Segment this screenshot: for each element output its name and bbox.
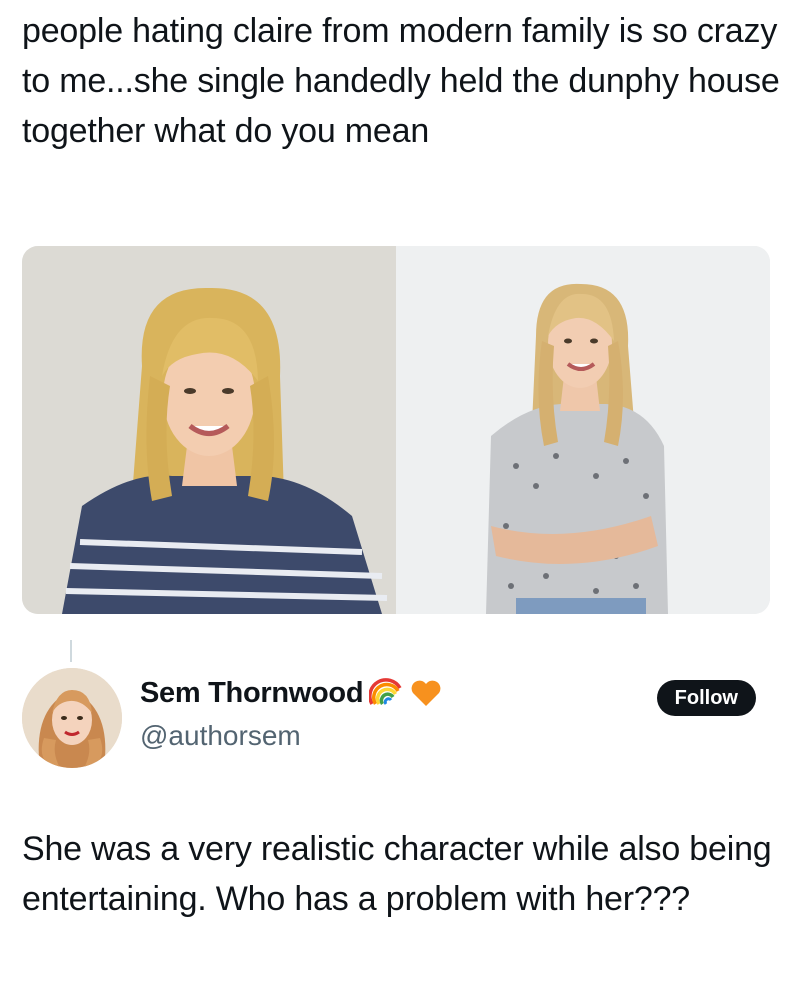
- post-media[interactable]: [22, 246, 770, 614]
- name-row: Sem Thornwood: [140, 676, 443, 710]
- reply-text: She was a very realistic character while…: [22, 830, 772, 918]
- photo-right[interactable]: [396, 246, 770, 614]
- photo-left[interactable]: [22, 246, 396, 614]
- display-name[interactable]: Sem Thornwood: [140, 677, 364, 710]
- orange-heart-icon: [409, 676, 443, 710]
- follow-button[interactable]: Follow: [656, 680, 756, 716]
- user-handle[interactable]: @authorsem: [140, 720, 301, 752]
- thread-connector: [70, 640, 72, 662]
- post-text: people hating claire from modern family …: [22, 12, 780, 150]
- reply-header: Sem Thornwood @authorsem Follow: [22, 668, 778, 778]
- rainbow-icon: [369, 676, 403, 710]
- avatar[interactable]: [22, 668, 122, 768]
